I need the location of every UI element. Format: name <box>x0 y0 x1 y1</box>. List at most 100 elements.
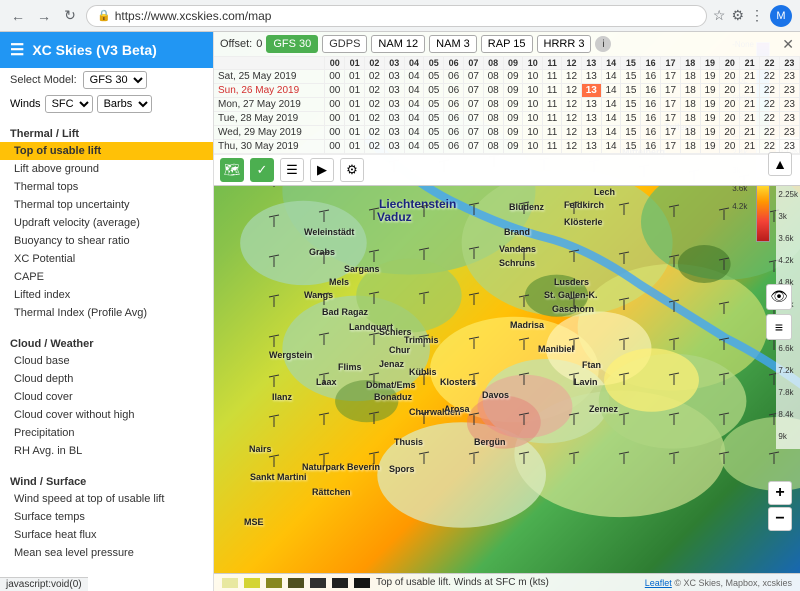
leaflet-link[interactable]: Leaflet <box>645 578 672 588</box>
hour-cell-5-14[interactable]: 14 <box>601 140 621 154</box>
hour-cell-0-4[interactable]: 04 <box>404 70 424 84</box>
hour-cell-1-15[interactable]: 15 <box>621 84 641 98</box>
hour-cell-2-4[interactable]: 04 <box>404 98 424 112</box>
sidebar-item-surface-heat-flux[interactable]: Surface heat flux <box>0 526 213 544</box>
back-button[interactable]: ← <box>8 6 28 26</box>
hour-cell-4-2[interactable]: 02 <box>365 126 385 140</box>
hour-cell-0-13[interactable]: 13 <box>581 70 601 84</box>
hour-cell-5-13[interactable]: 13 <box>581 140 601 154</box>
hour-cell-5-5[interactable]: 05 <box>424 140 444 154</box>
hour-cell-0-0[interactable]: 00 <box>325 70 345 84</box>
hour-cell-0-20[interactable]: 20 <box>720 70 740 84</box>
hour-cell-1-2[interactable]: 02 <box>365 84 385 98</box>
hour-cell-3-8[interactable]: 08 <box>483 112 503 126</box>
hour-cell-4-4[interactable]: 04 <box>404 126 424 140</box>
hour-cell-5-15[interactable]: 15 <box>621 140 641 154</box>
hour-cell-0-16[interactable]: 16 <box>641 70 661 84</box>
hour-cell-4-8[interactable]: 08 <box>483 126 503 140</box>
sidebar-item-cloud-cover[interactable]: Cloud cover <box>0 388 213 406</box>
hour-cell-3-13[interactable]: 13 <box>581 112 601 126</box>
hour-cell-5-4[interactable]: 04 <box>404 140 424 154</box>
hour-cell-3-20[interactable]: 20 <box>720 112 740 126</box>
hour-cell-5-18[interactable]: 18 <box>680 140 700 154</box>
hour-cell-1-1[interactable]: 01 <box>345 84 365 98</box>
hour-cell-1-21[interactable]: 21 <box>740 84 760 98</box>
hour-cell-5-2[interactable]: 02 <box>365 140 385 154</box>
hour-cell-2-10[interactable]: 10 <box>523 98 543 112</box>
forward-button[interactable]: → <box>34 6 54 26</box>
hour-cell-4-5[interactable]: 05 <box>424 126 444 140</box>
hour-cell-3-19[interactable]: 19 <box>700 112 720 126</box>
hamburger-icon[interactable]: ☰ <box>10 40 24 60</box>
hour-cell-1-16[interactable]: 16 <box>641 84 661 98</box>
hour-cell-0-5[interactable]: 05 <box>424 70 444 84</box>
hour-cell-5-10[interactable]: 10 <box>523 140 543 154</box>
sidebar-item-thermal-index[interactable]: Thermal Index (Profile Avg) <box>0 304 213 322</box>
zoom-out-button[interactable]: − <box>768 507 792 531</box>
hour-cell-2-12[interactable]: 12 <box>562 98 582 112</box>
hour-cell-2-5[interactable]: 05 <box>424 98 444 112</box>
hour-cell-1-5[interactable]: 05 <box>424 84 444 98</box>
hour-cell-1-23[interactable]: 23 <box>779 84 799 98</box>
rap15-btn[interactable]: RAP 15 <box>481 35 533 53</box>
hour-cell-3-5[interactable]: 05 <box>424 112 444 126</box>
hour-cell-5-9[interactable]: 09 <box>503 140 523 154</box>
hour-cell-4-21[interactable]: 21 <box>740 126 760 140</box>
menu-button[interactable]: ⋮ <box>750 7 764 24</box>
hour-cell-4-16[interactable]: 16 <box>641 126 661 140</box>
sidebar-item-cape[interactable]: CAPE <box>0 268 213 286</box>
hour-cell-4-17[interactable]: 17 <box>661 126 681 140</box>
hour-cell-4-23[interactable]: 23 <box>779 126 799 140</box>
info-icon[interactable]: i <box>595 36 611 52</box>
hour-cell-0-19[interactable]: 19 <box>700 70 720 84</box>
hour-cell-5-0[interactable]: 00 <box>325 140 345 154</box>
sidebar-item-surface-temps[interactable]: Surface temps <box>0 508 213 526</box>
hour-cell-5-12[interactable]: 12 <box>562 140 582 154</box>
hour-cell-1-7[interactable]: 07 <box>463 84 483 98</box>
model-select[interactable]: GFS 30 <box>83 71 147 89</box>
hour-cell-0-6[interactable]: 06 <box>444 70 464 84</box>
hour-cell-5-6[interactable]: 06 <box>444 140 464 154</box>
hour-cell-1-3[interactable]: 03 <box>384 84 404 98</box>
hour-cell-4-6[interactable]: 06 <box>444 126 464 140</box>
hour-cell-2-16[interactable]: 16 <box>641 98 661 112</box>
hour-cell-1-20[interactable]: 20 <box>720 84 740 98</box>
hour-cell-1-0[interactable]: 00 <box>325 84 345 98</box>
hour-cell-0-23[interactable]: 23 <box>779 70 799 84</box>
sidebar-item-lift-above-ground[interactable]: Lift above ground <box>0 160 213 178</box>
sidebar-item-xc-potential[interactable]: XC Potential <box>0 250 213 268</box>
avatar[interactable]: M <box>770 5 792 27</box>
hour-cell-3-2[interactable]: 02 <box>365 112 385 126</box>
hour-cell-1-14[interactable]: 14 <box>601 84 621 98</box>
hour-cell-1-6[interactable]: 06 <box>444 84 464 98</box>
hour-cell-4-14[interactable]: 14 <box>601 126 621 140</box>
winds-level-select[interactable]: SFC <box>45 95 93 113</box>
winds-type-select[interactable]: Barbs <box>97 95 152 113</box>
hour-cell-0-7[interactable]: 07 <box>463 70 483 84</box>
hour-cell-3-15[interactable]: 15 <box>621 112 641 126</box>
hour-cell-0-17[interactable]: 17 <box>661 70 681 84</box>
hour-cell-1-17[interactable]: 17 <box>661 84 681 98</box>
extensions-button[interactable]: ⚙ <box>731 7 744 24</box>
sidebar-item-wind-top-usable[interactable]: Wind speed at top of usable lift <box>0 490 213 508</box>
check-btn[interactable]: ✓ <box>250 158 274 182</box>
nam12-btn[interactable]: NAM 12 <box>371 35 425 53</box>
hour-cell-3-22[interactable]: 22 <box>760 112 780 126</box>
hour-cell-4-7[interactable]: 07 <box>463 126 483 140</box>
hour-cell-2-22[interactable]: 22 <box>760 98 780 112</box>
hour-cell-3-17[interactable]: 17 <box>661 112 681 126</box>
hour-cell-0-21[interactable]: 21 <box>740 70 760 84</box>
hour-cell-5-3[interactable]: 03 <box>384 140 404 154</box>
hour-cell-4-19[interactable]: 19 <box>700 126 720 140</box>
sidebar-item-thermal-tops[interactable]: Thermal tops <box>0 178 213 196</box>
sidebar-item-cloud-base[interactable]: Cloud base <box>0 352 213 370</box>
play-btn[interactable]: ▶ <box>310 158 334 182</box>
hour-cell-0-10[interactable]: 10 <box>523 70 543 84</box>
hour-cell-1-19[interactable]: 19 <box>700 84 720 98</box>
sidebar-item-precipitation[interactable]: Precipitation <box>0 424 213 442</box>
hour-cell-2-20[interactable]: 20 <box>720 98 740 112</box>
hour-cell-0-8[interactable]: 08 <box>483 70 503 84</box>
hour-cell-4-0[interactable]: 00 <box>325 126 345 140</box>
hour-cell-3-6[interactable]: 06 <box>444 112 464 126</box>
hour-cell-2-13[interactable]: 13 <box>581 98 601 112</box>
